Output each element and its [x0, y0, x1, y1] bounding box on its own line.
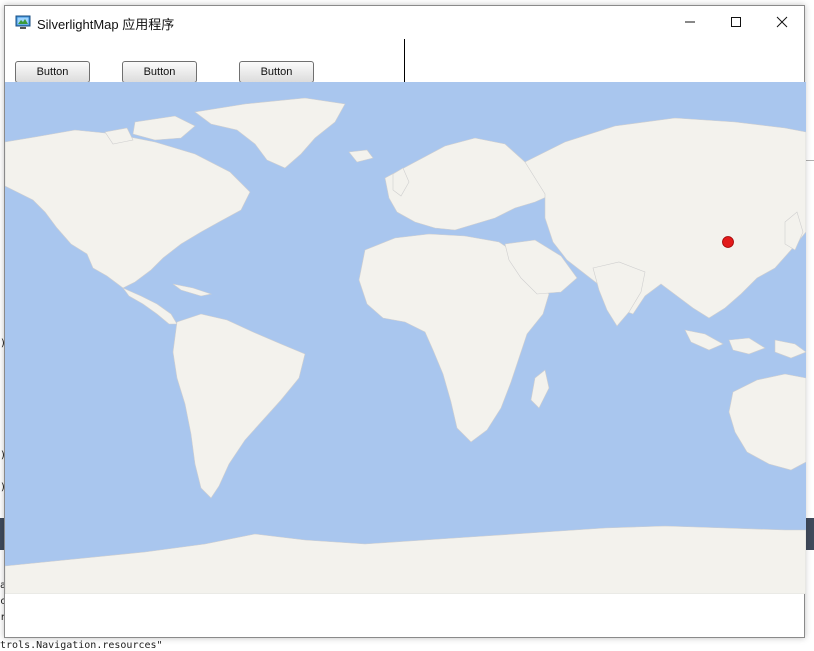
landmass-europe [384, 137, 554, 231]
maximize-button[interactable] [713, 6, 759, 38]
minimize-icon [685, 21, 695, 23]
background-code-line: trols.Navigation.resources" [0, 640, 163, 651]
landmass-india [592, 261, 646, 327]
maximize-icon [731, 17, 741, 27]
app-window: SilverlightMap 应用程序 Button Button Button [4, 5, 806, 638]
world-map-canvas[interactable] [5, 82, 806, 594]
landmass-central-america [122, 287, 178, 325]
app-window-icon [15, 14, 31, 30]
title-bar[interactable]: SilverlightMap 应用程序 [5, 6, 804, 38]
minimize-button[interactable] [667, 6, 713, 38]
button-3[interactable]: Button [239, 61, 314, 83]
window-title: SilverlightMap 应用程序 [37, 17, 175, 32]
landmass-asia [524, 117, 806, 319]
landmass-caribbean [172, 283, 213, 297]
button-panel: Button Button Button [5, 39, 405, 83]
world-map[interactable] [5, 82, 806, 594]
button-2[interactable]: Button [122, 61, 197, 83]
landmass-indonesia [684, 329, 806, 359]
landmass-south-america [172, 313, 306, 499]
landmass-north-america [5, 129, 251, 289]
button-1[interactable]: Button [15, 61, 90, 83]
close-icon [776, 16, 788, 28]
background-divider [806, 160, 814, 161]
location-marker[interactable] [722, 236, 734, 248]
landmass-arctic-islands [104, 115, 196, 145]
landmass-greenland [194, 97, 346, 169]
landmass-iceland [348, 149, 374, 163]
landmass-madagascar [530, 369, 550, 409]
landmass-australia [728, 373, 806, 471]
close-button[interactable] [759, 6, 805, 38]
landmass-antarctica [5, 525, 806, 594]
